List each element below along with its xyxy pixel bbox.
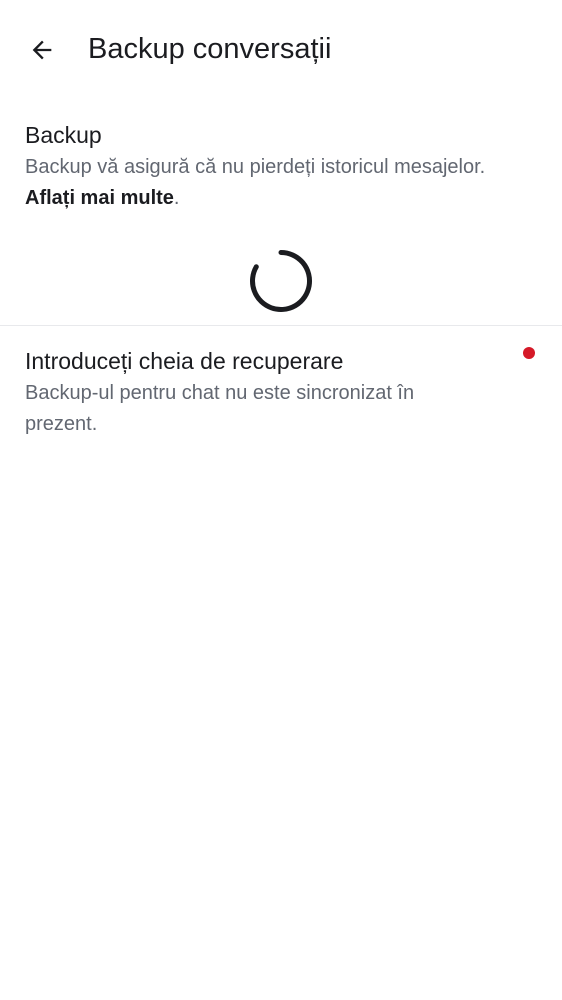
backup-section: Backup Backup vă asigură că nu pierdeți … <box>25 120 537 214</box>
recovery-section: Introduceți cheia de recuperare Backup-u… <box>25 346 482 440</box>
arrow-left-icon <box>32 40 52 60</box>
learn-more-link[interactable]: Aflați mai multe <box>25 187 174 209</box>
back-button[interactable] <box>18 26 66 74</box>
recovery-description: Backup-ul pentru chat nu este sincroniza… <box>25 382 415 435</box>
backup-title: Backup <box>25 122 102 148</box>
page-title: Backup conversații <box>88 33 332 65</box>
backup-chats-screen: Backup conversații Backup Backup vă asig… <box>0 0 562 1000</box>
notification-dot <box>523 347 535 359</box>
top-app-bar: Backup conversații <box>0 0 562 100</box>
backup-description: Backup vă asigură că nu pierdeți istoric… <box>25 152 537 214</box>
loading-spinner-icon <box>249 249 313 313</box>
backup-description-period: . <box>173 187 180 209</box>
enter-recovery-key-row[interactable]: Introduceți cheia de recuperare Backup-u… <box>0 326 562 456</box>
recovery-title: Introduceți cheia de recuperare <box>25 348 344 374</box>
backup-description-text: Backup vă asigură că nu pierdeți istoric… <box>25 156 486 178</box>
